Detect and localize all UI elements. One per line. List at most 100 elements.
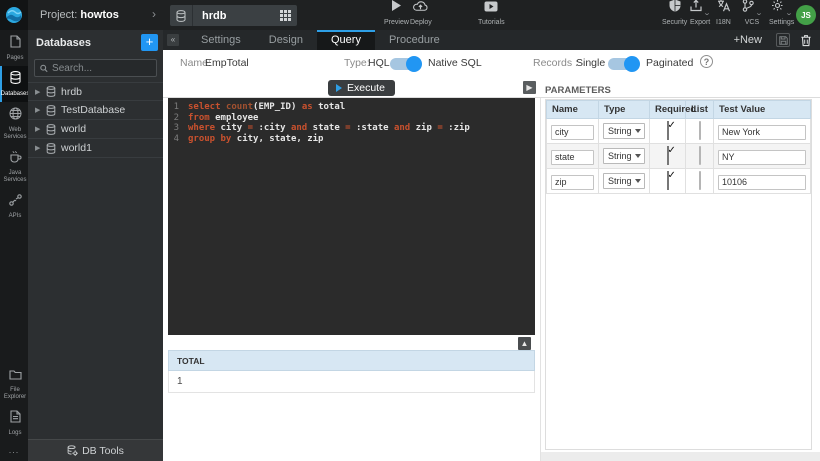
deploy-button[interactable]: Deploy [410, 3, 432, 26]
param-row-state: String [547, 144, 811, 169]
select-caret-icon [635, 154, 641, 158]
query-type-on-label: Native SQL [428, 57, 482, 69]
database-name: world [61, 123, 86, 135]
db-tools-icon [67, 445, 78, 456]
search-icon [40, 64, 48, 73]
expand-params-button[interactable]: ▶ [523, 81, 536, 94]
param-test-value-input[interactable] [718, 175, 806, 190]
code-line-4: 4group by city, state, zip [168, 134, 535, 145]
expand-caret-icon[interactable]: ▶ [35, 125, 43, 133]
execute-button[interactable]: Execute [328, 80, 395, 96]
database-name: TestDatabase [61, 104, 125, 116]
query-name-value[interactable]: EmpTotal [205, 57, 249, 69]
database-search-input[interactable] [52, 63, 151, 74]
select-caret-icon [635, 129, 641, 133]
records-toggle[interactable] [608, 58, 638, 70]
param-list-checkbox[interactable] [699, 171, 701, 190]
expand-caret-icon[interactable]: ▶ [35, 144, 43, 152]
param-type-select[interactable]: String [603, 148, 645, 164]
vcs-label: VCS [745, 19, 759, 26]
help-icon[interactable]: ? [700, 55, 713, 68]
line-number: 3 [168, 123, 188, 134]
sidebar-item-web-services[interactable]: WebServices [0, 102, 28, 145]
param-required-checkbox[interactable] [667, 121, 669, 140]
code-line-1: 1select count(EMP_ID) as total [168, 102, 535, 113]
web-services-icon [9, 107, 22, 125]
param-test-value-input[interactable] [718, 150, 806, 165]
execute-play-icon [336, 84, 342, 92]
deploy-label: Deploy [410, 19, 432, 26]
sidebar-item-java-services[interactable]: JavaServices [0, 145, 28, 188]
app-logo[interactable] [0, 0, 28, 30]
pages-icon [10, 35, 21, 53]
database-tree-item-hrdb[interactable]: ▶hrdb [28, 82, 163, 101]
results-row: 1 [168, 371, 535, 393]
code-text: group by city, state, zip [188, 134, 323, 145]
add-database-button[interactable]: + [141, 34, 158, 51]
expand-caret-icon[interactable]: ▶ [35, 88, 43, 96]
vcs-icon [742, 0, 754, 17]
param-name-input[interactable] [551, 125, 594, 140]
sidebar-item-logs[interactable]: Logs [0, 405, 28, 441]
new-query-button[interactable]: +New [734, 34, 762, 46]
param-test-value-input[interactable] [718, 125, 806, 140]
rail-more-button[interactable]: ... [0, 441, 28, 461]
param-type-select[interactable]: String [603, 123, 645, 139]
param-name-input[interactable] [551, 150, 594, 165]
query-type-toggle[interactable] [390, 58, 420, 70]
sidebar-item-label: Logs [8, 430, 21, 437]
vcs-button[interactable]: ⌄VCS [742, 3, 762, 26]
preview-button[interactable]: Preview [384, 3, 409, 26]
param-name-input[interactable] [551, 175, 594, 190]
database-selector[interactable]: hrdb [170, 5, 297, 26]
sidebar-item-apis[interactable]: APIs [0, 188, 28, 224]
results-column-header: TOTAL [168, 350, 535, 371]
query-type-toggle-knob [406, 56, 422, 72]
param-required-checkbox[interactable] [667, 171, 669, 190]
param-type-select[interactable]: String [603, 173, 645, 189]
sidebar-item-file-explorer[interactable]: FileExplorer [0, 362, 28, 405]
i18n-button[interactable]: I18N [716, 3, 731, 26]
save-button[interactable] [776, 33, 790, 47]
apis-icon [9, 193, 22, 211]
database-tree-item-world1[interactable]: ▶world1 [28, 139, 163, 158]
param-required-checkbox[interactable] [667, 146, 669, 165]
query-type-label: Type: [344, 57, 370, 69]
database-grid-icon[interactable] [273, 10, 297, 21]
tutorials-button[interactable]: Tutorials [478, 3, 505, 26]
databases-icon [10, 71, 21, 89]
sidebar-item-label: Pages [6, 55, 23, 62]
left-icon-rail: Pages DatabasesWebServicesJavaServicesAPI… [0, 30, 28, 461]
parameters-panel: NameTypeRequiredListTest Value StringStr… [545, 99, 812, 450]
tab-design[interactable]: Design [255, 30, 317, 50]
export-button[interactable]: ⌄Export [690, 3, 710, 26]
delete-button[interactable] [800, 34, 812, 47]
logs-icon [10, 410, 21, 428]
settings-button[interactable]: ⌄Settings [769, 3, 794, 26]
settings-caret-icon: ⌄ [785, 9, 793, 17]
bottom-scroll-strip [541, 452, 820, 461]
collapse-editor-button[interactable]: ▲ [518, 337, 531, 350]
database-tree-item-world[interactable]: ▶ world [28, 120, 163, 139]
save-icon [779, 36, 788, 45]
database-search[interactable] [34, 59, 157, 77]
tab-query[interactable]: Query [317, 30, 375, 50]
db-tools-button[interactable]: DB Tools [28, 439, 163, 461]
tab-settings[interactable]: Settings [187, 30, 255, 50]
user-avatar[interactable]: JS [796, 5, 816, 25]
database-tree-item-TestDatabase[interactable]: ▶ TestDatabase [28, 101, 163, 120]
collapse-panel-button[interactable]: « [167, 34, 179, 46]
records-toggle-knob [624, 56, 640, 72]
param-list-checkbox[interactable] [699, 121, 701, 140]
line-number: 1 [168, 102, 188, 113]
param-col-name: Name [547, 101, 599, 119]
security-button[interactable]: Security [662, 3, 687, 26]
tab-procedure[interactable]: Procedure [375, 30, 454, 50]
sidebar-item-pages[interactable]: Pages [0, 30, 28, 66]
parameters-table: NameTypeRequiredListTest Value StringStr… [546, 100, 811, 194]
sidebar-item-databases[interactable]: Databases [0, 66, 28, 102]
param-list-checkbox[interactable] [699, 146, 701, 165]
tutorials-label: Tutorials [478, 19, 505, 26]
expand-caret-icon[interactable]: ▶ [35, 106, 43, 114]
sql-editor[interactable]: 1select count(EMP_ID) as total2from empl… [168, 98, 535, 335]
